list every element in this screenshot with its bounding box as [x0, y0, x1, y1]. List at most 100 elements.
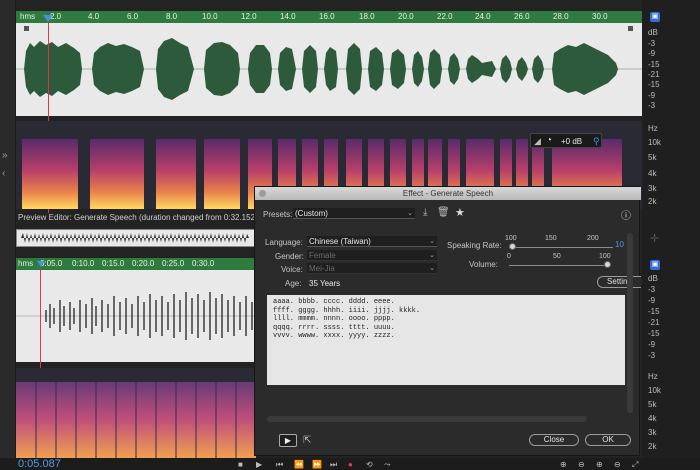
- delete-preset-icon[interactable]: 🗑: [437, 207, 450, 218]
- hz-label: 5k: [648, 400, 657, 409]
- speaking-rate-value[interactable]: 10: [615, 240, 624, 249]
- stop-icon[interactable]: ■: [238, 460, 243, 469]
- rate-tick: 200: [587, 235, 599, 242]
- info-icon[interactable]: ⓘ: [621, 207, 631, 222]
- zoom-out-amplitude-icon[interactable]: ⊖: [578, 460, 585, 469]
- presets-dropdown[interactable]: (Custom) ⌄: [293, 208, 415, 219]
- horizontal-scrollbar[interactable]: [267, 416, 587, 422]
- volume-tick: 0: [507, 253, 511, 260]
- db-label: -9: [648, 340, 656, 349]
- zoom-in-amplitude-icon[interactable]: ⊕: [560, 460, 567, 469]
- close-label: Close: [543, 435, 565, 444]
- fade-in-handle[interactable]: [24, 26, 29, 31]
- ruler-tick: 0:30.0: [192, 259, 215, 268]
- channel-toggle-icon[interactable]: ▣: [650, 260, 660, 270]
- zoom-out-time-icon[interactable]: ⊖: [614, 460, 621, 469]
- hz-label: 5k: [648, 153, 657, 162]
- volume-knob-icon[interactable]: ◔: [546, 135, 552, 146]
- top-waveform-panel[interactable]: [16, 23, 642, 116]
- bottom-waveform-panel[interactable]: [16, 270, 256, 362]
- volume-knob[interactable]: [604, 261, 611, 268]
- playhead-handle-icon[interactable]: [36, 260, 46, 270]
- settings-button[interactable]: Setting: [597, 276, 641, 288]
- db-label: -9: [648, 49, 656, 58]
- overview-waveform: [21, 233, 249, 243]
- left-gutter: » ‹: [0, 0, 16, 470]
- volume-track[interactable]: [509, 265, 609, 266]
- volume-tick: 50: [553, 253, 561, 260]
- presets-label: Presets:: [263, 210, 293, 219]
- ruler-tick: 24.0: [475, 12, 491, 21]
- gender-dropdown[interactable]: Female ⌄: [307, 250, 437, 261]
- skip-start-icon[interactable]: ⏮: [276, 460, 283, 470]
- text-line: qqqq. rrrr. ssss. tttt. uuuu.: [273, 323, 395, 332]
- play-icon[interactable]: ▶: [256, 460, 262, 469]
- ruler-start-label: hms: [20, 12, 36, 21]
- db-label: -3: [648, 101, 656, 110]
- db-label: dB: [648, 274, 658, 283]
- record-icon[interactable]: ●: [348, 460, 353, 469]
- favorite-star-icon[interactable]: ★: [455, 206, 465, 219]
- zoom-plus-icon[interactable]: ✛: [650, 232, 659, 245]
- hz-label: Hz: [648, 124, 658, 133]
- close-window-icon[interactable]: [259, 190, 266, 197]
- hud-overlay[interactable]: ◢ ◔ +0 dB ⚲: [530, 133, 602, 148]
- waveform-graphic: [16, 292, 256, 340]
- hz-label: 4k: [648, 169, 657, 178]
- chevron-down-icon: ⌄: [407, 210, 413, 217]
- language-dropdown[interactable]: Chinese (Taiwan) ⌄: [307, 236, 437, 247]
- skip-selection-icon[interactable]: ⤳: [384, 460, 390, 470]
- generate-speech-dialog: Effect - Generate Speech Presets: (Custo…: [254, 186, 641, 456]
- hud-gain-value: +0 dB: [561, 137, 583, 146]
- voice-dropdown[interactable]: Mei-Jia ⌄: [307, 263, 437, 274]
- skip-end-icon[interactable]: ⏭: [330, 460, 337, 470]
- zoom-in-time-icon[interactable]: ⊕: [596, 460, 603, 469]
- export-icon[interactable]: ⇱: [303, 435, 311, 446]
- close-button[interactable]: Close: [529, 434, 579, 446]
- chevron-down-icon: ⌄: [429, 252, 435, 259]
- db-label: dB: [648, 28, 658, 37]
- ruler-tick: 10.0: [202, 12, 218, 21]
- overview-navigator[interactable]: [16, 229, 256, 247]
- preview-play-button[interactable]: ▶: [279, 434, 297, 447]
- save-preset-icon[interactable]: ⤓: [423, 207, 427, 218]
- fast-forward-icon[interactable]: ⏩: [312, 460, 322, 469]
- expand-arrows-icon[interactable]: »: [2, 150, 8, 161]
- rate-tick: 100: [505, 235, 517, 242]
- ok-button[interactable]: OK: [585, 434, 631, 446]
- voice-label: Voice:: [281, 265, 303, 274]
- language-label: Language:: [265, 238, 303, 247]
- hz-label: Hz: [648, 372, 658, 381]
- db-label: -3: [648, 285, 656, 294]
- zoom-full-icon[interactable]: ⤢: [632, 460, 638, 470]
- top-time-ruler[interactable]: hms 2.0 4.0 6.0 8.0 10.0 12.0 14.0 16.0 …: [16, 11, 642, 23]
- hz-label: 3k: [648, 184, 657, 193]
- gender-label: Gender:: [275, 252, 304, 261]
- speech-text-area[interactable]: aaaa. bbbb. cccc. dddd. eeee. ffff. gggg…: [267, 295, 625, 385]
- rate-tick: 150: [545, 235, 557, 242]
- pin-icon[interactable]: ⚲: [593, 136, 600, 147]
- chevron-down-icon: ⌄: [429, 238, 435, 245]
- loop-icon[interactable]: ⟲: [366, 460, 373, 469]
- bottom-time-ruler[interactable]: hms 0:05.0 0:10.0 0:15.0 0:20.0 0:25.0 0…: [16, 258, 256, 270]
- ruler-tick: 18.0: [359, 12, 375, 21]
- speaking-rate-track[interactable]: [509, 247, 613, 248]
- speaking-rate-knob[interactable]: [509, 243, 516, 250]
- db-label: -3: [648, 39, 656, 48]
- vertical-scrollbar[interactable]: [627, 233, 633, 413]
- fade-out-handle[interactable]: [628, 26, 633, 31]
- rewind-icon[interactable]: ⏪: [294, 460, 304, 469]
- db-label: -21: [648, 70, 660, 79]
- preview-editor-label: Preview Editor: Generate Speech (duratio…: [18, 213, 278, 222]
- db-label: -21: [648, 318, 660, 327]
- bottom-spectrogram-panel[interactable]: [16, 368, 256, 458]
- ruler-start-label: hms: [18, 259, 34, 268]
- dialog-titlebar[interactable]: Effect - Generate Speech: [255, 187, 641, 200]
- presets-value: (Custom): [295, 209, 328, 218]
- db-label: -15: [648, 329, 660, 338]
- channel-toggle-icon[interactable]: ▣: [650, 12, 660, 22]
- ruler-tick: 20.0: [398, 12, 414, 21]
- level-meter-icon: ◢: [534, 136, 541, 146]
- ruler-tick: 16.0: [319, 12, 335, 21]
- db-label: -15: [648, 307, 660, 316]
